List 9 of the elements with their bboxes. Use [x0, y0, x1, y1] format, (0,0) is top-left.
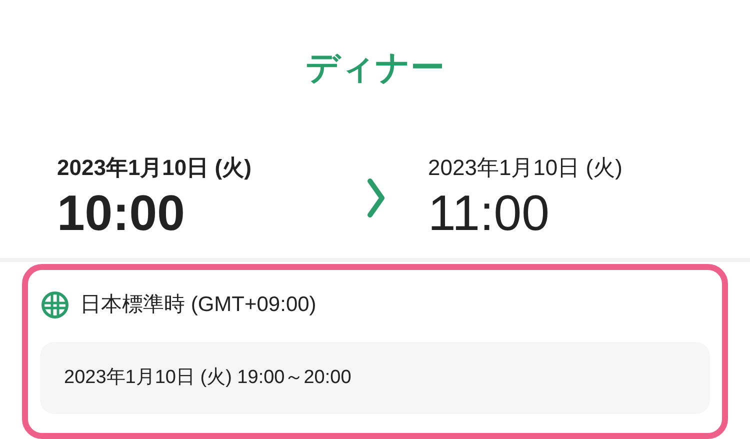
end-date: 2023年1月10日 (火)	[428, 154, 622, 182]
globe-icon	[40, 290, 70, 320]
end-time: 11:00	[428, 184, 550, 243]
converted-time: 2023年1月10日 (火) 19:00～20:00	[64, 366, 352, 390]
chevron-right-icon	[367, 178, 385, 218]
timezone-label: 日本標準時 (GMT+09:00)	[80, 292, 316, 318]
start-time: 10:00	[57, 184, 186, 243]
start-date: 2023年1月10日 (火)	[57, 154, 252, 182]
event-title: ディナー	[306, 48, 444, 88]
